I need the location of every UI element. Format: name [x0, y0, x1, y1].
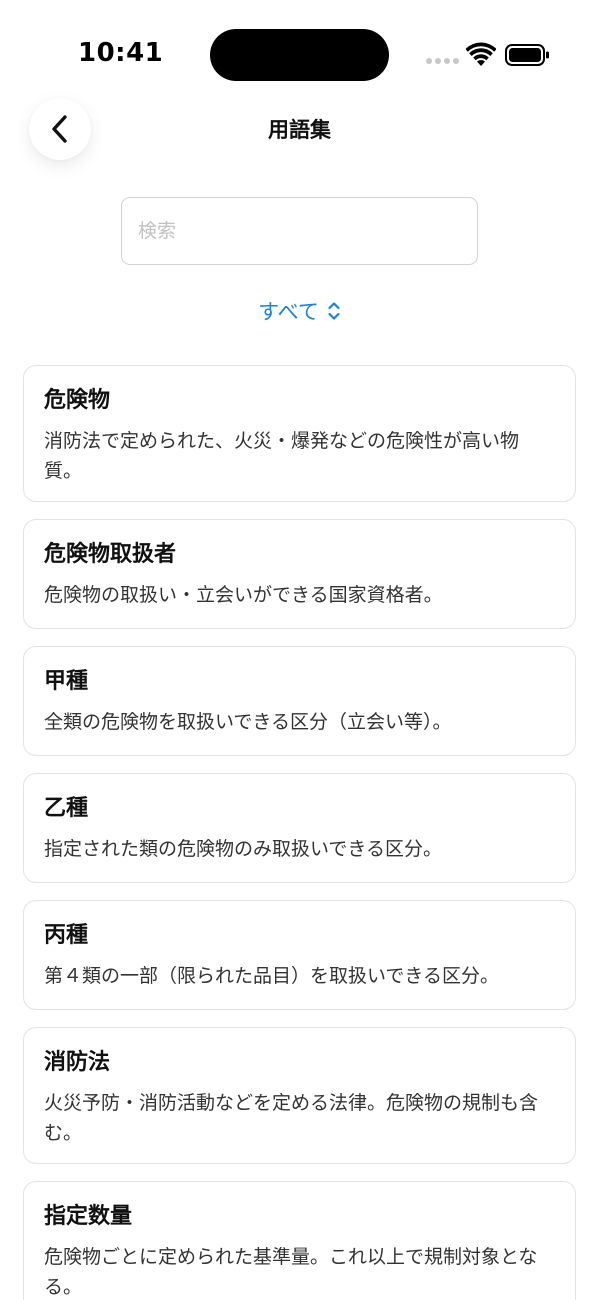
status-bar: 10:41	[0, 0, 599, 100]
glossary-term: 消防法	[44, 1050, 111, 1075]
glossary-description: 全類の危険物を取扱いできる区分（立会い等）。	[44, 711, 452, 733]
category-filter-button[interactable]: すべて	[0, 296, 599, 326]
filter-label: すべて	[258, 300, 319, 324]
chevron-up-down-icon	[328, 302, 340, 320]
glossary-term: 甲種	[44, 669, 89, 694]
status-time: 10:41	[78, 38, 164, 68]
glossary-description: 危険物ごとに定められた基準量。これ以上で規制対象となる。	[44, 1246, 538, 1298]
signal-dots-icon	[426, 58, 459, 66]
glossary-description: 第４類の一部（限られた品目）を取扱いできる区分。	[44, 965, 500, 987]
glossary-item-card[interactable]: 消防法 火災予防・消防活動などを定める法律。危険物の規制も含む。	[23, 1027, 576, 1164]
glossary-item-card[interactable]: 丙種 第４類の一部（限られた品目）を取扱いできる区分。	[23, 900, 576, 1010]
glossary-description: 消防法で定められた、火災・爆発などの危険性が高い物質。	[44, 430, 520, 482]
battery-icon	[505, 44, 549, 66]
glossary-description: 指定された類の危険物のみ取扱いできる区分。	[44, 838, 443, 860]
wifi-icon	[466, 42, 496, 66]
glossary-item-card[interactable]: 指定数量 危険物ごとに定められた基準量。これ以上で規制対象となる。	[23, 1181, 576, 1300]
glossary-term: 乙種	[44, 796, 89, 821]
glossary-description: 危険物の取扱い・立会いができる国家資格者。	[44, 584, 443, 606]
glossary-item-card[interactable]: 甲種 全類の危険物を取扱いできる区分（立会い等）。	[23, 646, 576, 756]
glossary-item-card[interactable]: 危険物 消防法で定められた、火災・爆発などの危険性が高い物質。	[23, 365, 576, 502]
glossary-term: 危険物	[44, 388, 111, 413]
glossary-description: 火災予防・消防活動などを定める法律。危険物の規制も含む。	[44, 1092, 539, 1144]
glossary-item-card[interactable]: 危険物取扱者 危険物の取扱い・立会いができる国家資格者。	[23, 519, 576, 629]
glossary-item-card[interactable]: 乙種 指定された類の危険物のみ取扱いできる区分。	[23, 773, 576, 883]
dynamic-island	[210, 29, 389, 81]
glossary-term: 丙種	[44, 923, 89, 948]
glossary-term: 危険物取扱者	[44, 542, 177, 567]
page-title: 用語集	[268, 118, 331, 142]
search-input[interactable]	[121, 197, 478, 265]
glossary-screen: 10:41 用語集 すべて	[0, 0, 599, 1300]
glossary-term: 指定数量	[44, 1204, 133, 1229]
